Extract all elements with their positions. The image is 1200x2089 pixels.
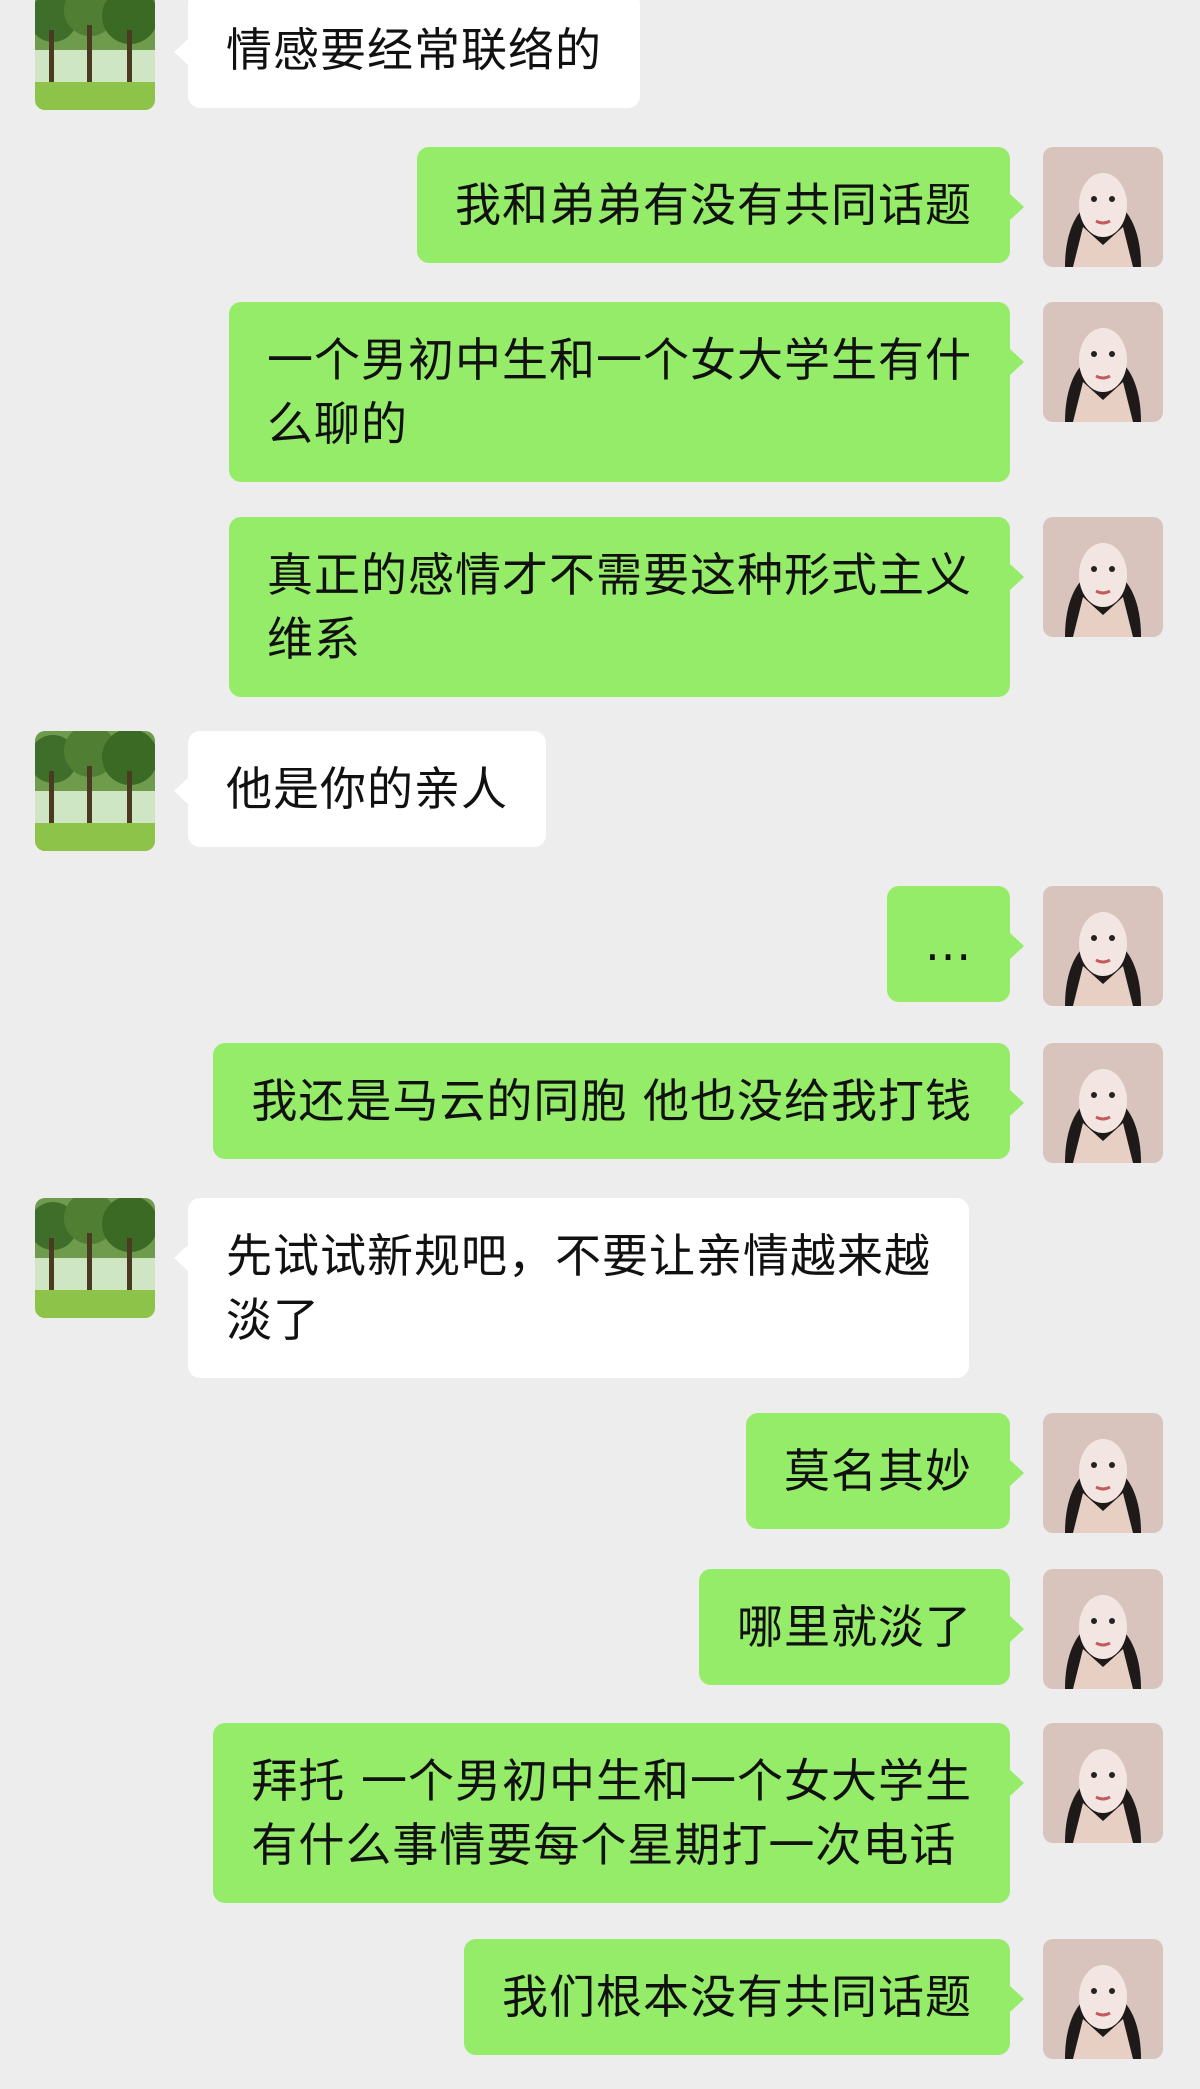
forest-landscape-avatar — [35, 0, 155, 110]
forest-landscape-avatar — [35, 731, 155, 851]
message-bubble[interactable]: 真正的感情才不需要这种形式主义 维系 — [229, 517, 1024, 697]
message-bubble[interactable]: 情感要经常联络的 — [174, 0, 640, 108]
own-avatar[interactable] — [1043, 1043, 1163, 1163]
own-avatar[interactable] — [1043, 302, 1163, 422]
message-bubble[interactable]: 我们根本没有共同话题 — [464, 1939, 1024, 2055]
woman-portrait-avatar — [1043, 886, 1163, 1006]
woman-portrait-avatar — [1043, 1939, 1163, 2059]
contact-avatar[interactable] — [35, 731, 155, 851]
own-avatar[interactable] — [1043, 517, 1163, 637]
message-bubble[interactable]: ... — [887, 886, 1024, 1002]
woman-portrait-avatar — [1043, 147, 1163, 267]
message-bubble[interactable]: 莫名其妙 — [746, 1413, 1024, 1529]
own-avatar[interactable] — [1043, 147, 1163, 267]
woman-portrait-avatar — [1043, 302, 1163, 422]
message-bubble[interactable]: 哪里就淡了 — [699, 1569, 1024, 1685]
contact-avatar[interactable] — [35, 0, 155, 110]
own-avatar[interactable] — [1043, 1939, 1163, 2059]
message-bubble[interactable]: 先试试新规吧，不要让亲情越来越 淡了 — [174, 1198, 969, 1378]
message-bubble[interactable]: 我和弟弟有没有共同话题 — [417, 147, 1024, 263]
message-bubble[interactable]: 他是你的亲人 — [174, 731, 546, 847]
woman-portrait-avatar — [1043, 1043, 1163, 1163]
message-bubble[interactable]: 拜托 一个男初中生和一个女大学生 有什么事情要每个星期打一次电话 — [213, 1723, 1024, 1903]
message-bubble[interactable]: 一个男初中生和一个女大学生有什 么聊的 — [229, 302, 1024, 482]
contact-avatar[interactable] — [35, 1198, 155, 1318]
woman-portrait-avatar — [1043, 1569, 1163, 1689]
message-bubble[interactable]: 我还是马云的同胞 他也没给我打钱 — [213, 1043, 1024, 1159]
own-avatar[interactable] — [1043, 1413, 1163, 1533]
woman-portrait-avatar — [1043, 517, 1163, 637]
forest-landscape-avatar — [35, 1198, 155, 1318]
chat-thread[interactable]: 情感要经常联络的 我和弟弟有没有共同话题 一个男初中生和一个女大学生有什 么聊的… — [0, 0, 1200, 2089]
woman-portrait-avatar — [1043, 1413, 1163, 1533]
own-avatar[interactable] — [1043, 886, 1163, 1006]
own-avatar[interactable] — [1043, 1723, 1163, 1843]
woman-portrait-avatar — [1043, 1723, 1163, 1843]
own-avatar[interactable] — [1043, 1569, 1163, 1689]
